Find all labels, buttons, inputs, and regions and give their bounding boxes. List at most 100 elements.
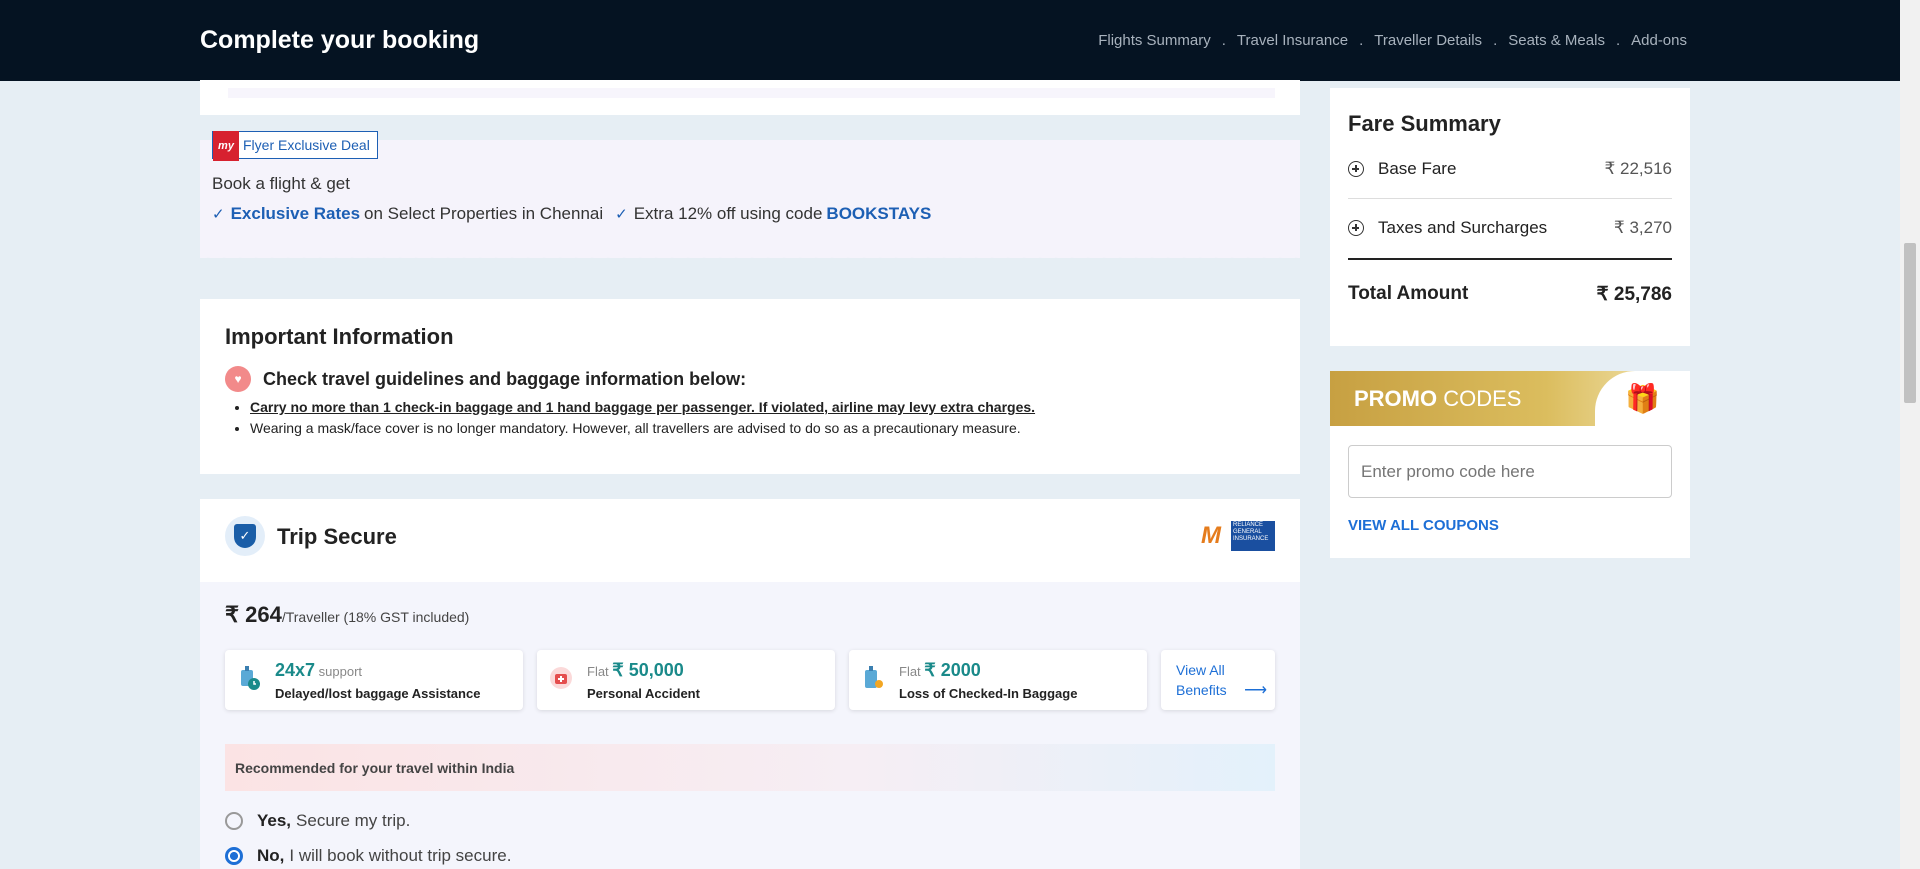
deal-offer2-text: Extra 12% off using code [633,204,823,223]
info-title: Important Information [225,324,454,349]
trip-secure-yes-option[interactable]: Yes, Secure my trip. [225,811,410,831]
benefit-label: Loss of Checked-In Baggage [899,686,1078,701]
fare-row-label: Taxes and Surcharges [1378,218,1548,237]
info-item-mask: Wearing a mask/face cover is no longer m… [250,420,1035,436]
benefit-value: 24x7 [275,660,316,680]
benefit-headline: Flat ₹ 2000 [899,660,981,681]
option-text: Secure my trip. [296,811,411,830]
nav-separator: . [1493,32,1498,49]
shield-check-icon: ✓ [225,516,265,556]
promo-title: PROMO CODES [1354,386,1522,412]
nav-travel-insurance[interactable]: Travel Insurance [1237,32,1348,49]
promo-title-rest: CODES [1443,386,1522,411]
fare-row-label: Base Fare [1378,159,1457,178]
info-subtitle-text: Check travel guidelines and baggage info… [263,368,747,389]
nav-addons[interactable]: Add-ons [1631,32,1687,49]
trip-price-suffix: /Traveller (18% GST included) [281,609,470,625]
recommendation-banner: Recommended for your travel within India [225,744,1275,791]
nav-seats-meals[interactable]: Seats & Meals [1508,32,1605,49]
fare-row-taxes[interactable]: Taxes and Surcharges ₹ 3,270 [1348,218,1672,238]
trip-secure-card: ✓ Trip Secure M RELIANCE GENERAL INSURAN… [200,499,1300,869]
divider [228,88,1275,98]
view-all-coupons-link[interactable]: VIEW ALL COUPONS [1348,517,1499,534]
nav-flights-summary[interactable]: Flights Summary [1098,32,1211,49]
deal-intro: Book a flight & get [212,174,350,193]
view-all-benefits-button[interactable]: View All Benefits ⟶ [1161,650,1275,710]
fare-row-base[interactable]: Base Fare ₹ 22,516 [1348,159,1672,179]
booking-steps-nav: Flights Summary . Travel Insurance . Tra… [1098,32,1687,49]
benefit-card: Flat ₹ 2000 Loss of Checked-In Baggage [849,650,1147,710]
insurer-logo: M RELIANCE GENERAL INSURANCE [1201,521,1275,551]
divider [1348,258,1672,260]
nav-separator: . [1615,32,1621,49]
promo-header: PROMO CODES 🎁 [1330,371,1690,426]
medical-kit-icon [550,667,572,689]
benefit-value: ₹ 50,000 [612,660,684,680]
wave-divider [200,252,1300,264]
nav-traveller-details[interactable]: Traveller Details [1374,32,1482,49]
benefit-headline: Flat ₹ 50,000 [587,660,684,681]
total-value: ₹ 25,786 [1596,284,1672,305]
benefit-suffix: support [318,664,363,679]
benefit-headline: 24x7 support [275,660,362,681]
info-subtitle: ♥ Check travel guidelines and baggage in… [225,366,746,392]
page-header: Complete your booking Flights Summary . … [0,0,1900,81]
trip-secure-title: Trip Secure [277,524,397,549]
fare-row-value: ₹ 22,516 [1604,159,1672,178]
view-all-label: View All Benefits [1176,662,1227,698]
mmt-logo-icon: my [213,131,239,161]
check-icon: ✓ [615,206,628,223]
benefit-card: Flat ₹ 50,000 Personal Accident [537,650,835,710]
scrollbar-thumb[interactable] [1904,243,1916,403]
benefit-label: Delayed/lost baggage Assistance [275,686,481,701]
fare-summary-title: Fare Summary [1348,111,1501,136]
benefit-value: ₹ 2000 [924,660,981,680]
shield-icon: ♥ [225,366,251,392]
radio-no[interactable] [225,847,243,865]
baggage-icon [865,666,883,688]
trip-secure-no-option[interactable]: No, I will book without trip secure. [225,846,511,866]
trip-price-value: ₹ 264 [225,602,282,627]
insurer-mark-icon: M [1201,522,1221,549]
trip-price: ₹ 264/Traveller (18% GST included) [225,602,469,628]
check-icon: ✓ [212,206,225,223]
benefit-prefix: Flat [899,664,921,679]
deal-badge: my Flyer Exclusive Deal [212,131,378,161]
option-bold: Yes, [257,811,292,830]
gift-icon: 🎁 [1595,371,1690,426]
fare-total: Total Amount ₹ 25,786 [1348,283,1672,306]
insurer-logo-text: RELIANCE GENERAL INSURANCE [1231,521,1275,551]
info-item-baggage[interactable]: Carry no more than 1 check-in baggage an… [250,399,1035,415]
radio-yes[interactable] [225,812,243,830]
nav-separator: . [1359,32,1364,49]
expand-plus-icon[interactable] [1348,220,1364,236]
expand-plus-icon[interactable] [1348,161,1364,177]
flyer-deal-banner: my Flyer Exclusive Deal Book a flight & … [200,131,1300,264]
deal-offer-text: on Select Properties in Chennai [364,204,604,223]
promo-code-input[interactable] [1348,445,1672,498]
deal-offers: ✓ Exclusive Rates on Select Properties i… [212,204,931,224]
total-label: Total Amount [1348,283,1469,304]
option-text: I will book without trip secure. [289,846,512,865]
promo-code-text: BOOKSTAYS [826,204,932,223]
trip-secure-body: ₹ 264/Traveller (18% GST included) 24x7 … [200,582,1300,869]
option-bold: No, [257,846,285,865]
scrollbar[interactable] [1900,0,1920,869]
fare-summary-card: Fare Summary Base Fare ₹ 22,516 Taxes an… [1330,88,1690,346]
trip-secure-header: ✓ Trip Secure M RELIANCE GENERAL INSURAN… [200,499,1300,582]
important-info-card: Important Information ♥ Check travel gui… [200,299,1300,474]
luggage-clock-icon [241,666,260,690]
benefit-prefix: Flat [587,664,609,679]
promo-codes-card: PROMO CODES 🎁 VIEW ALL COUPONS [1330,371,1690,558]
info-list: Carry no more than 1 check-in baggage an… [225,399,1035,441]
benefit-label: Personal Accident [587,686,700,701]
deal-offer-bold: Exclusive Rates [230,204,361,223]
promo-title-bold: PROMO [1354,386,1438,411]
divider [1348,198,1672,199]
arrow-right-icon: ⟶ [1244,682,1267,699]
nav-separator: . [1221,32,1226,49]
deal-badge-label: Flyer Exclusive Deal [243,137,370,153]
previous-section-card [200,80,1300,115]
benefit-card: 24x7 support Delayed/lost baggage Assist… [225,650,523,710]
fare-row-value: ₹ 3,270 [1613,218,1672,237]
